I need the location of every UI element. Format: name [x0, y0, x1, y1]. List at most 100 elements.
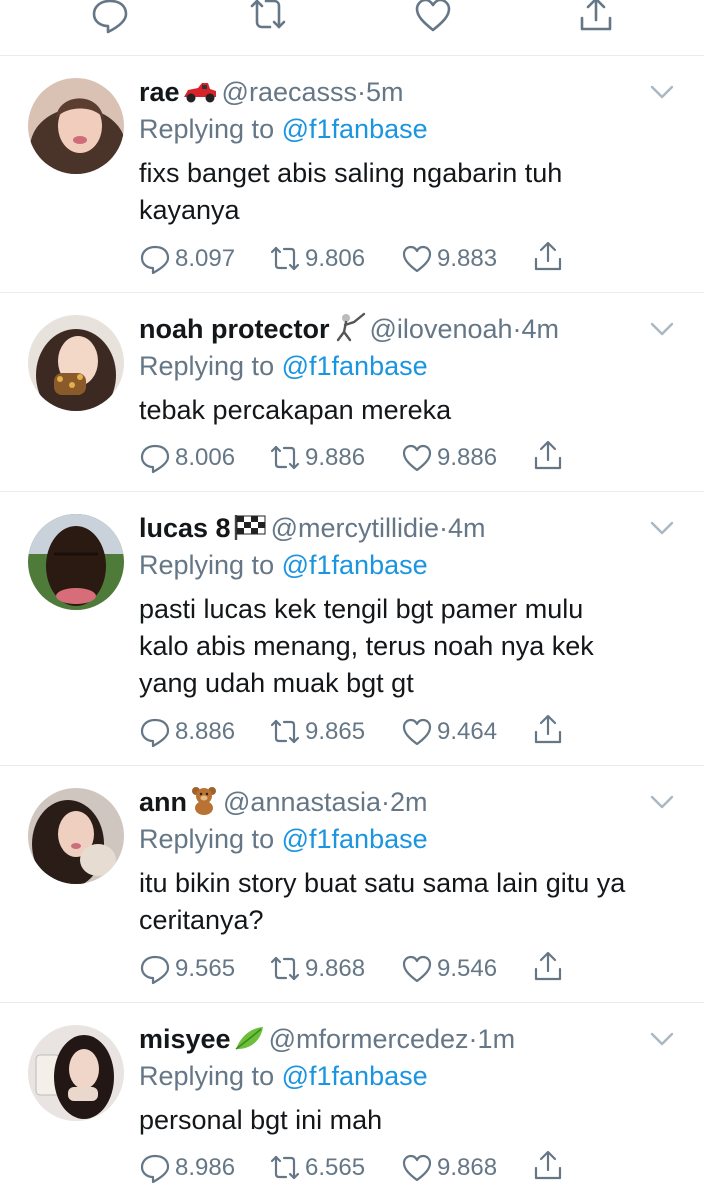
reply-tweet[interactable]: ann @annastasia·2m Replying to @f1fanbase…: [0, 766, 704, 1003]
timestamp[interactable]: 4m: [522, 314, 560, 344]
like-icon: [402, 955, 432, 983]
display-name[interactable]: noah protector: [139, 314, 330, 344]
reply-header: rae @raecasss·5m: [139, 74, 674, 110]
like-button[interactable]: 9.868: [401, 1150, 497, 1186]
reply-count: 8.006: [175, 444, 236, 471]
avatar[interactable]: [28, 788, 124, 884]
user-handle[interactable]: @annastasia: [223, 787, 381, 817]
display-name[interactable]: ann: [139, 787, 187, 817]
reply-icon: [140, 1154, 170, 1184]
like-count: 9.464: [437, 718, 498, 745]
reply-icon: [140, 444, 170, 474]
like-button[interactable]: 9.464: [401, 714, 497, 750]
share-icon[interactable]: [576, 0, 616, 36]
reply-icon: [140, 955, 170, 985]
retweet-button[interactable]: 9.886: [269, 440, 365, 476]
avatar[interactable]: [28, 315, 124, 411]
replying-prefix: Replying to: [139, 550, 275, 580]
tweet-actions: 9.565 9.868 9.546: [139, 951, 579, 987]
share-button[interactable]: [532, 951, 564, 988]
user-handle[interactable]: @ilovenoah: [370, 314, 513, 344]
retweet-icon: [270, 445, 300, 470]
share-button[interactable]: [532, 440, 564, 477]
timestamp[interactable]: 1m: [478, 1024, 516, 1054]
timestamp[interactable]: 4m: [448, 513, 486, 543]
reply-count: 9.565: [175, 955, 236, 982]
reply-count: 8.886: [175, 718, 236, 745]
retweet-button[interactable]: 6.565: [269, 1150, 365, 1186]
retweet-button[interactable]: 9.865: [269, 714, 365, 750]
replying-to: Replying to @f1fanbase: [139, 821, 674, 857]
reply-tweet[interactable]: rae @raecasss·5m Replying to @f1fanbase f…: [0, 56, 704, 293]
user-handle[interactable]: @mformercedez: [269, 1024, 469, 1054]
reply-button[interactable]: 8.986: [139, 1150, 235, 1186]
like-count: 9.868: [437, 1154, 498, 1181]
chevron-down-icon[interactable]: [650, 1031, 674, 1047]
reply-button[interactable]: 9.565: [139, 951, 235, 987]
timestamp[interactable]: 5m: [366, 77, 404, 107]
like-button[interactable]: 9.883: [401, 241, 497, 277]
retweet-icon: [270, 1155, 300, 1180]
like-icon[interactable]: [413, 0, 453, 36]
user-handle[interactable]: @raecasss: [222, 77, 357, 107]
timestamp[interactable]: 2m: [390, 787, 428, 817]
retweet-icon[interactable]: [248, 0, 288, 36]
share-button[interactable]: [532, 1150, 564, 1187]
display-name[interactable]: misyee: [139, 1024, 231, 1054]
teddy-bear-icon: [189, 785, 219, 824]
like-count: 9.886: [437, 444, 498, 471]
user-handle[interactable]: @mercytillidie: [271, 513, 439, 543]
retweet-icon: [270, 719, 300, 744]
retweet-button[interactable]: 9.806: [269, 241, 365, 277]
retweet-count: 9.865: [305, 718, 366, 745]
tweet-text-line: kayanya: [139, 195, 240, 225]
replying-prefix: Replying to: [139, 824, 275, 854]
mention-link[interactable]: @f1fanbase: [282, 351, 428, 381]
mention-link[interactable]: @f1fanbase: [282, 824, 428, 854]
tweet-text: fixs banget abis saling ngabarin tuh kay…: [139, 155, 674, 229]
like-icon: [402, 1154, 432, 1182]
fencer-icon: [332, 312, 366, 351]
reply-icon: [140, 245, 170, 275]
display-name[interactable]: lucas 8: [139, 513, 231, 543]
share-button[interactable]: [532, 241, 564, 278]
reply-tweet[interactable]: misyee @mformercedez·1m Replying to @f1fa…: [0, 1003, 704, 1199]
share-icon: [534, 241, 562, 271]
retweet-icon: [270, 246, 300, 271]
like-button[interactable]: 9.886: [401, 440, 497, 476]
mention-link[interactable]: @f1fanbase: [282, 550, 428, 580]
share-button[interactable]: [532, 714, 564, 751]
chevron-down-icon[interactable]: [650, 794, 674, 810]
avatar[interactable]: [28, 514, 124, 610]
reply-tweet[interactable]: noah protector @ilovenoah·4m Replying to …: [0, 293, 704, 492]
retweet-button[interactable]: 9.868: [269, 951, 365, 987]
avatar[interactable]: [28, 78, 124, 174]
replying-prefix: Replying to: [139, 351, 275, 381]
separator-dot: ·: [512, 314, 522, 344]
replying-to: Replying to @f1fanbase: [139, 111, 674, 147]
tweet-text-line: pasti lucas kek tengil bgt pamer mulu: [139, 594, 584, 624]
share-icon: [534, 951, 562, 981]
reply-button[interactable]: 8.886: [139, 714, 235, 750]
reply-tweet[interactable]: lucas 8 @mercytillidie·4m Replying to @f1…: [0, 492, 704, 766]
mention-link[interactable]: @f1fanbase: [282, 114, 428, 144]
chevron-down-icon[interactable]: [650, 84, 674, 100]
parent-tweet-actions: [0, 0, 704, 56]
tweet-text: tebak percakapan mereka: [139, 392, 674, 429]
chevron-down-icon[interactable]: [650, 321, 674, 337]
display-name[interactable]: rae: [139, 77, 180, 107]
avatar[interactable]: [28, 1025, 124, 1121]
like-icon: [402, 444, 432, 472]
reply-icon[interactable]: [90, 0, 130, 36]
reply-header: noah protector @ilovenoah·4m: [139, 311, 674, 347]
separator-dot: ·: [357, 77, 366, 107]
race-car-icon: [182, 78, 218, 114]
reply-button[interactable]: 8.097: [139, 241, 235, 277]
chevron-down-icon[interactable]: [650, 520, 674, 536]
tweet-text: personal bgt ini mah: [139, 1102, 674, 1139]
reply-button[interactable]: 8.006: [139, 440, 235, 476]
tweet-text: pasti lucas kek tengil bgt pamer mulu ka…: [139, 591, 674, 702]
mention-link[interactable]: @f1fanbase: [282, 1061, 428, 1091]
retweet-count: 6.565: [305, 1154, 366, 1181]
like-button[interactable]: 9.546: [401, 951, 497, 987]
